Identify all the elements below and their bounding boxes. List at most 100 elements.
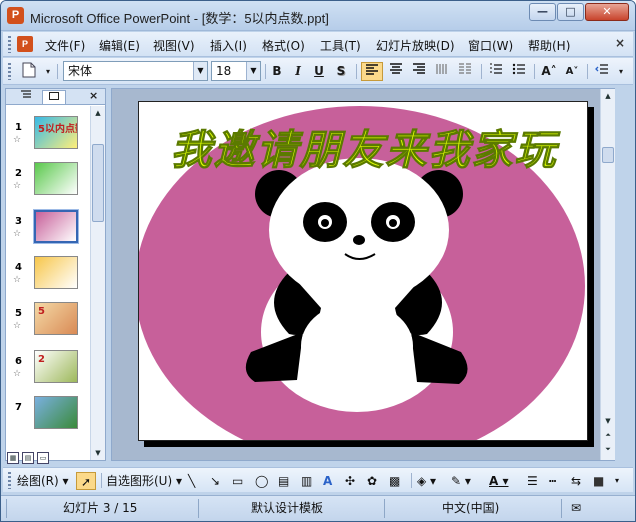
italic-button[interactable]: I bbox=[288, 62, 308, 81]
clipart-icon[interactable]: ✿ bbox=[367, 472, 383, 490]
slide-thumbnail[interactable] bbox=[34, 396, 78, 429]
drawbar-options-icon[interactable]: ▾ bbox=[615, 472, 627, 490]
font-name-dropdown-icon[interactable]: ▼ bbox=[193, 62, 207, 80]
scroll-thumb[interactable] bbox=[602, 147, 614, 163]
pane-scrollbar[interactable]: ▲ ▼ bbox=[90, 106, 105, 460]
scroll-down-icon[interactable]: ▼ bbox=[91, 446, 105, 460]
menu-insert[interactable]: 插入(I) bbox=[210, 37, 247, 54]
scroll-thumb[interactable] bbox=[92, 144, 104, 222]
draw-menu-button[interactable]: 绘图(R) ▾ bbox=[17, 472, 69, 490]
slides-icon bbox=[49, 92, 59, 100]
animation-star-icon: ☆ bbox=[13, 369, 22, 379]
menubar-grip[interactable] bbox=[8, 36, 11, 53]
bold-button[interactable]: B bbox=[267, 62, 287, 81]
wordart-icon[interactable]: A bbox=[323, 472, 339, 490]
slides-pane: × 1 ☆ 5以内点数 2 ☆ 3 ☆ 4 ☆ 5 ☆ 5 6 ☆ 2 7 ▲ ▼ bbox=[5, 88, 106, 461]
picture-icon[interactable]: ▩ bbox=[389, 472, 405, 490]
new-document-icon[interactable] bbox=[17, 62, 41, 81]
scroll-up-icon[interactable]: ▲ bbox=[91, 106, 105, 120]
menu-edit[interactable]: 编辑(E) bbox=[99, 37, 140, 54]
line-color-icon[interactable]: ✎ ▾ bbox=[451, 472, 471, 490]
rectangle-icon[interactable]: ▭ bbox=[232, 472, 248, 490]
toolbar-grip[interactable] bbox=[8, 63, 11, 80]
arrow-icon[interactable]: ↘ bbox=[210, 472, 226, 490]
line-icon[interactable]: ╲ bbox=[188, 472, 204, 490]
next-slide-icon[interactable]: ⏷ bbox=[601, 442, 615, 456]
menu-format[interactable]: 格式(O) bbox=[262, 37, 305, 54]
fill-color-icon[interactable]: ◈ ▾ bbox=[417, 472, 436, 490]
powerpoint-icon[interactable]: P bbox=[7, 7, 24, 24]
font-name-combo[interactable]: 宋体 ▼ bbox=[63, 61, 208, 81]
align-center-button[interactable] bbox=[385, 62, 407, 81]
menu-window[interactable]: 窗口(W) bbox=[468, 37, 513, 54]
normal-view-icon[interactable]: ▦ bbox=[7, 452, 19, 464]
new-dropdown-icon[interactable]: ▾ bbox=[43, 62, 53, 81]
vertical-textbox-icon[interactable]: ▥ bbox=[301, 472, 317, 490]
slideshow-view-icon[interactable]: ▭ bbox=[37, 452, 49, 464]
title-bar[interactable]: P Microsoft Office PowerPoint - [数学：5以内点… bbox=[1, 1, 635, 31]
window-title: Microsoft Office PowerPoint - [数学：5以内点数.… bbox=[30, 11, 329, 26]
slide-thumbnail[interactable] bbox=[33, 209, 79, 244]
slides-tab[interactable] bbox=[42, 90, 66, 104]
autoshapes-label: 自选图形(U) bbox=[106, 474, 173, 488]
pane-close-icon[interactable]: × bbox=[89, 89, 98, 102]
previous-slide-icon[interactable]: ⏶ bbox=[601, 428, 615, 442]
shadow-style-icon[interactable]: ■ bbox=[593, 472, 609, 490]
menu-view[interactable]: 视图(V) bbox=[153, 37, 195, 54]
textbox-icon[interactable]: ▤ bbox=[278, 472, 294, 490]
slide-title[interactable]: 我邀请朋友来我家玩 bbox=[139, 116, 587, 176]
scroll-down-icon[interactable]: ▼ bbox=[601, 414, 615, 428]
toolbar-options-icon[interactable]: ▾ bbox=[615, 62, 627, 81]
line-style-icon[interactable]: ☰ bbox=[527, 472, 543, 490]
menu-tools[interactable]: 工具(T) bbox=[320, 37, 361, 54]
slide-thumbnail[interactable]: 2 bbox=[34, 350, 78, 383]
slide-thumbnail[interactable] bbox=[34, 162, 78, 195]
drawbar-grip[interactable] bbox=[8, 472, 11, 489]
status-divider bbox=[198, 499, 199, 518]
slide-sorter-icon[interactable]: ▤ bbox=[22, 452, 34, 464]
distribute-button[interactable] bbox=[431, 62, 453, 81]
slide-number: 4 bbox=[15, 262, 22, 273]
slide-thumbnail[interactable] bbox=[34, 256, 78, 289]
close-button[interactable]: ✕ bbox=[585, 3, 629, 21]
current-slide[interactable]: 我邀请朋友来我家玩 bbox=[138, 101, 588, 441]
columns-button[interactable] bbox=[454, 62, 476, 81]
numbering-button[interactable] bbox=[485, 62, 507, 81]
font-color-icon[interactable]: A ▾ bbox=[489, 472, 509, 490]
document-close-icon[interactable]: × bbox=[615, 36, 625, 50]
shadow-button[interactable]: S bbox=[331, 62, 351, 81]
slide-thumbnail[interactable]: 5 bbox=[34, 302, 78, 335]
thumbnail-text: 5以内点数 bbox=[38, 124, 77, 135]
menu-help[interactable]: 帮助(H) bbox=[528, 37, 570, 54]
maximize-button[interactable]: □ bbox=[557, 3, 584, 21]
menu-slideshow[interactable]: 幻灯片放映(D) bbox=[376, 37, 455, 54]
autoshapes-button[interactable]: 自选图形(U) ▾ bbox=[106, 472, 182, 490]
oval-icon[interactable]: ◯ bbox=[255, 472, 271, 490]
spelling-check-icon[interactable]: ✉ bbox=[571, 500, 581, 517]
font-size-value: 18 bbox=[216, 64, 232, 78]
document-icon[interactable]: P bbox=[17, 36, 33, 52]
bullets-button[interactable] bbox=[508, 62, 530, 81]
slide-thumbnail[interactable]: 5以内点数 bbox=[34, 116, 78, 149]
diagram-icon[interactable]: ✣ bbox=[345, 472, 361, 490]
outline-tab[interactable] bbox=[14, 90, 38, 104]
align-center-icon bbox=[390, 63, 402, 74]
align-left-button[interactable] bbox=[361, 62, 383, 81]
grow-font-button[interactable]: A˄ bbox=[538, 62, 560, 81]
select-objects-icon[interactable]: ➚ bbox=[76, 472, 96, 490]
scroll-up-icon[interactable]: ▲ bbox=[601, 89, 615, 103]
edit-scrollbar[interactable]: ▲ ▼ ⏶ ⏷ bbox=[600, 89, 615, 460]
design-template[interactable]: 默认设计模板 bbox=[251, 500, 323, 517]
font-size-combo[interactable]: 18 ▼ bbox=[211, 61, 261, 81]
decrease-indent-button[interactable] bbox=[591, 62, 613, 81]
dash-style-icon[interactable]: ┅ bbox=[549, 472, 565, 490]
underline-button[interactable]: U bbox=[309, 62, 329, 81]
shrink-font-button[interactable]: A˅ bbox=[561, 62, 583, 81]
menu-file[interactable]: 文件(F) bbox=[45, 37, 85, 54]
arrow-style-icon[interactable]: ⇆ bbox=[571, 472, 587, 490]
align-right-button[interactable] bbox=[408, 62, 430, 81]
slide-number: 6 bbox=[15, 356, 22, 367]
minimize-button[interactable]: — bbox=[529, 3, 556, 21]
font-size-dropdown-icon[interactable]: ▼ bbox=[246, 62, 260, 80]
view-buttons: ▦ ▤ ▭ bbox=[7, 449, 52, 464]
